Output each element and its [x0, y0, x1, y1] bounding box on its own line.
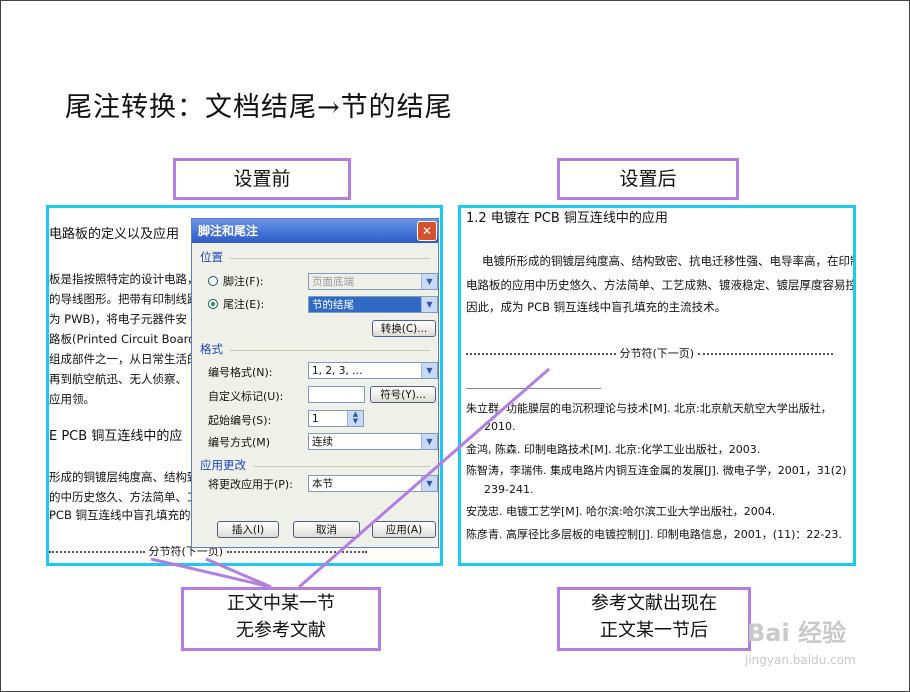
- connector-line: [150, 557, 272, 589]
- callout-left: 正文中某一节 无参考文献: [181, 587, 381, 651]
- watermark-url: jingyan.baidu.com: [745, 653, 856, 667]
- callout-connectors: [150, 367, 550, 589]
- callout-line: 正文某一节后: [600, 620, 708, 641]
- watermark-logo: Bai 经验: [747, 619, 847, 647]
- callout-line: 参考文献出现在: [591, 593, 717, 614]
- slide: 尾注转换：文档结尾→节的结尾 设置前 设置后 电路板的定义以及应用 板是指按照特…: [0, 0, 910, 692]
- connector-line: [298, 367, 550, 589]
- callout-line: 无参考文献: [236, 620, 326, 641]
- callout-right: 参考文献出现在 正文某一节后: [557, 587, 751, 651]
- callout-line: 正文中某一节: [227, 593, 335, 614]
